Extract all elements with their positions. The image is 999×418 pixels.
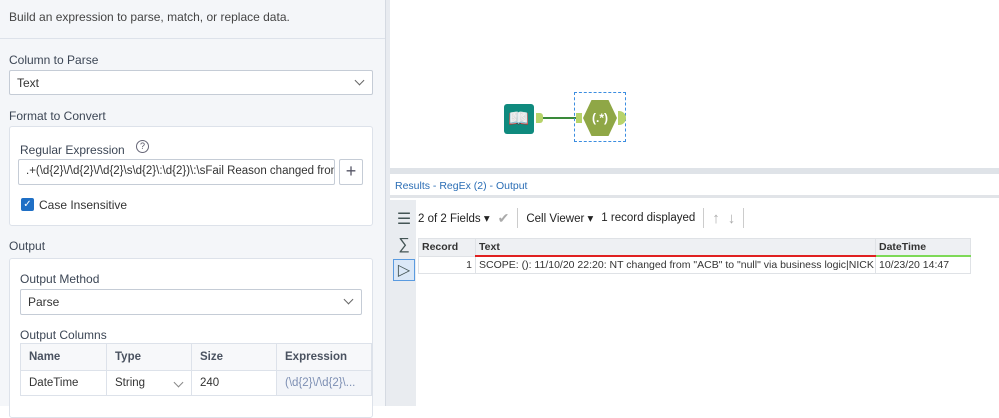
output-method-label: Output Method — [20, 272, 100, 286]
connection-line — [543, 117, 577, 119]
fields-dropdown[interactable]: 2 of 2 Fields ▾ — [418, 211, 490, 225]
help-icon[interactable]: ? — [136, 140, 149, 153]
table-row: DateTime String 240 (\d{2}\/\d{2}\... — [20, 370, 372, 396]
size-cell[interactable]: 240 — [191, 370, 277, 396]
fields-label: 2 of 2 Fields — [418, 213, 481, 225]
selected-value: Text — [17, 76, 40, 90]
separator — [517, 208, 519, 228]
arrow-up-icon[interactable]: ↑ — [712, 210, 720, 227]
output-method-select[interactable]: Parse — [20, 289, 362, 315]
results-toolbar: 2 of 2 Fields ▾ ✔ Cell Viewer ▾ 1 record… — [418, 206, 745, 230]
col-header: Type — [106, 343, 192, 371]
record-cell[interactable]: 1 — [418, 255, 476, 274]
chevron-down-icon — [173, 377, 184, 388]
add-token-button[interactable]: + — [339, 159, 363, 185]
column-to-parse-select[interactable]: Text — [9, 70, 373, 95]
format-to-convert-label: Format to Convert — [9, 109, 106, 123]
tool-description: Build an expression to parse, match, or … — [9, 10, 290, 24]
case-insensitive-label: Case Insensitive — [39, 198, 128, 212]
config-panel: Build an expression to parse, match, or … — [0, 0, 386, 418]
selected-value: String — [115, 377, 146, 389]
check-icon[interactable]: ✔ — [498, 210, 510, 227]
column-to-parse-label: Column to Parse — [9, 53, 99, 67]
cell-viewer-dropdown[interactable]: Cell Viewer ▾ — [526, 211, 593, 225]
input-anchor[interactable] — [576, 113, 582, 123]
record-count: 1 record displayed — [601, 212, 696, 224]
results-panel: ☰ ∑ ▷ 2 of 2 Fields ▾ ✔ Cell Viewer ▾ 1 … — [390, 200, 999, 406]
workflow-canvas[interactable]: 📖 (.*) — [390, 0, 999, 168]
col-header: Name — [20, 343, 107, 371]
case-insensitive-checkbox[interactable]: ✓ — [21, 198, 34, 211]
expression-cell: (\d{2}\/\d{2}\... — [276, 370, 372, 396]
output-columns-table: Name Type Size Expression DateTime String 2… — [20, 343, 372, 396]
col-header: Size — [191, 343, 277, 371]
chevron-down-icon — [343, 294, 354, 305]
table-view-icon[interactable]: ☰ — [393, 209, 415, 231]
name-cell[interactable]: DateTime — [20, 370, 107, 396]
chevron-down-icon — [354, 75, 365, 86]
output-anchor[interactable] — [536, 113, 543, 123]
separator — [703, 208, 705, 228]
datetime-cell[interactable]: 10/23/20 14:47 — [875, 255, 971, 274]
input-tool-icon[interactable]: 📖 — [504, 104, 534, 134]
arrow-down-icon[interactable]: ↓ — [728, 210, 736, 227]
text-cell[interactable]: SCOPE: (): 11/10/20 22:20: NT changed fr… — [475, 255, 876, 274]
header-record[interactable]: Record — [418, 238, 476, 257]
selected-value: Parse — [28, 295, 60, 309]
tag-icon[interactable]: ▷ — [393, 259, 415, 281]
results-header: Results - RegEx (2) - Output — [390, 174, 999, 198]
output-label: Output — [9, 239, 46, 253]
col-header: Expression — [276, 343, 372, 371]
table-row: 1 SCOPE: (): 11/10/20 22:20: NT changed … — [418, 255, 971, 274]
output-columns-label: Output Columns — [20, 328, 107, 342]
results-sidebar: ☰ ∑ ▷ — [390, 200, 416, 406]
results-title: Results - RegEx (2) - Output — [395, 180, 528, 192]
header-datetime[interactable]: DateTime — [875, 238, 971, 257]
regex-input[interactable]: .+(\d{2}\/\d{2}\/\d{2}\s\d{2}\:\d{2})\:\… — [18, 159, 335, 185]
cell-viewer-label: Cell Viewer — [526, 213, 585, 225]
format-section: Regular Expression ? .+(\d{2}\/\d{2}\/\d… — [9, 126, 373, 226]
sigma-icon[interactable]: ∑ — [393, 234, 415, 256]
separator — [743, 208, 745, 228]
regex-label: Regular Expression — [20, 143, 125, 157]
header-text[interactable]: Text — [475, 238, 876, 257]
divider — [0, 38, 385, 39]
results-grid: Record Text DateTime 1 SCOPE: (): 11/10/… — [418, 238, 971, 274]
type-select[interactable]: String — [106, 370, 192, 396]
